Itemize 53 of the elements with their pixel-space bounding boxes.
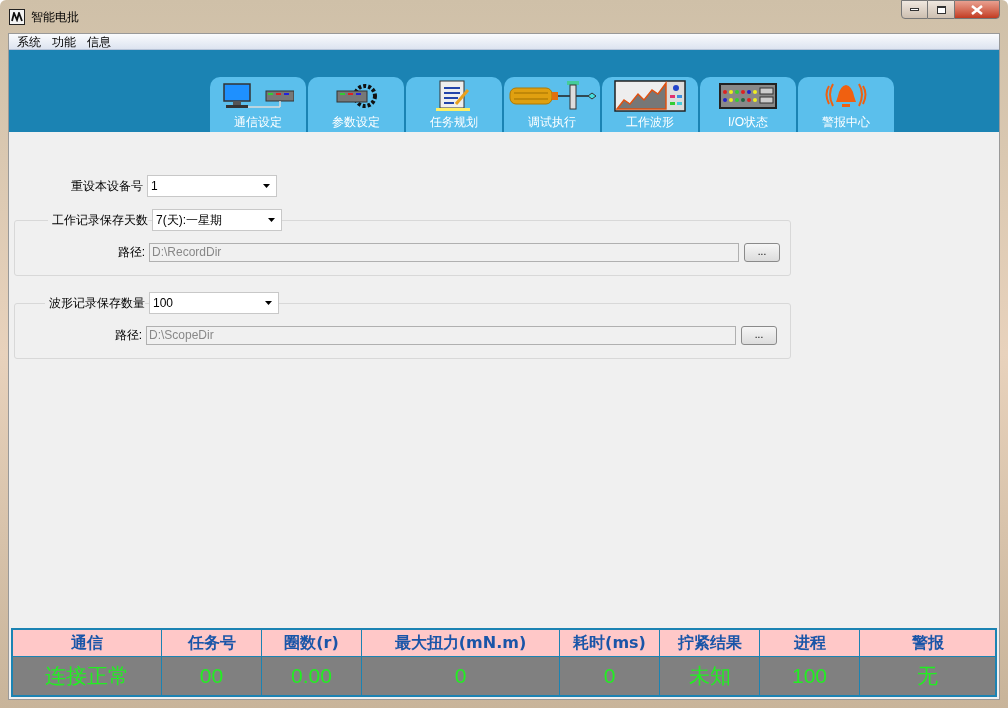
close-icon (971, 4, 983, 15)
maximize-button[interactable] (928, 0, 954, 19)
nav-tab[interactable]: 调试执行 (504, 77, 600, 132)
waveform-monitor-icon (614, 80, 686, 112)
document-pencil-icon (436, 80, 472, 112)
path-field[interactable]: D:\ScopeDir (146, 325, 736, 345)
nav-tab[interactable]: I/O状态 (700, 77, 796, 132)
browse-button[interactable]: ... (744, 242, 780, 262)
caret-icon (263, 184, 270, 188)
caret-icon (268, 218, 275, 222)
status-value: 00 (162, 657, 261, 695)
column-header: 最大扭力(mN.m) (362, 630, 559, 656)
column-header: 进程 (760, 630, 859, 656)
field-label: 波形记录保存数量 (45, 294, 145, 312)
status-value: 0 (362, 657, 559, 695)
column-header: 耗时(ms) (560, 630, 659, 656)
column-header: 通信 (13, 630, 161, 656)
status-value: 无 (860, 657, 995, 695)
column-header: 任务号 (162, 630, 261, 656)
minimize-button[interactable] (901, 0, 928, 19)
field-label: 重设本设备号 (71, 178, 143, 195)
menu-item[interactable]: 信息 (83, 34, 115, 49)
dropdown[interactable]: 100 (149, 292, 279, 314)
status-value: 0 (560, 657, 659, 695)
gear-device-icon (335, 83, 377, 109)
status-value: 连接正常 (13, 657, 161, 695)
column-header: 圈数(r) (262, 630, 361, 656)
nav-tab[interactable]: 通信设定 (210, 77, 306, 132)
status-value: 未知 (660, 657, 759, 695)
dropdown[interactable]: 1 (147, 175, 277, 197)
computer-network-icon (222, 83, 294, 109)
path-field[interactable]: D:\RecordDir (149, 242, 739, 262)
column-header: 拧紧结果 (660, 630, 759, 656)
field-label: 路径: (116, 244, 145, 261)
nav-tab[interactable]: 参数设定 (308, 77, 404, 132)
close-button[interactable] (954, 0, 1000, 19)
menu-item[interactable]: 系统 (13, 34, 45, 49)
field-label: 工作记录保存天数 (48, 211, 148, 229)
menu-item[interactable]: 功能 (48, 34, 80, 49)
column-header: 警报 (860, 630, 995, 656)
nav-tab[interactable]: 任务规划 (406, 77, 502, 132)
status-value: 100 (760, 657, 859, 695)
indicator-panel-icon (719, 83, 777, 109)
status-value: 0.00 (262, 657, 361, 695)
caret-icon (265, 301, 272, 305)
browse-button[interactable]: ... (741, 325, 777, 345)
dropdown[interactable]: 7(天):一星期 (152, 209, 282, 231)
field-label: 路径: (113, 327, 142, 344)
app-logo-icon (9, 8, 25, 25)
screwdriver-icon (508, 80, 596, 112)
nav-tab[interactable]: 警报中心 (798, 77, 894, 132)
window-title: 智能电批 (31, 8, 79, 26)
nav-tab[interactable]: 工作波形 (602, 77, 698, 132)
